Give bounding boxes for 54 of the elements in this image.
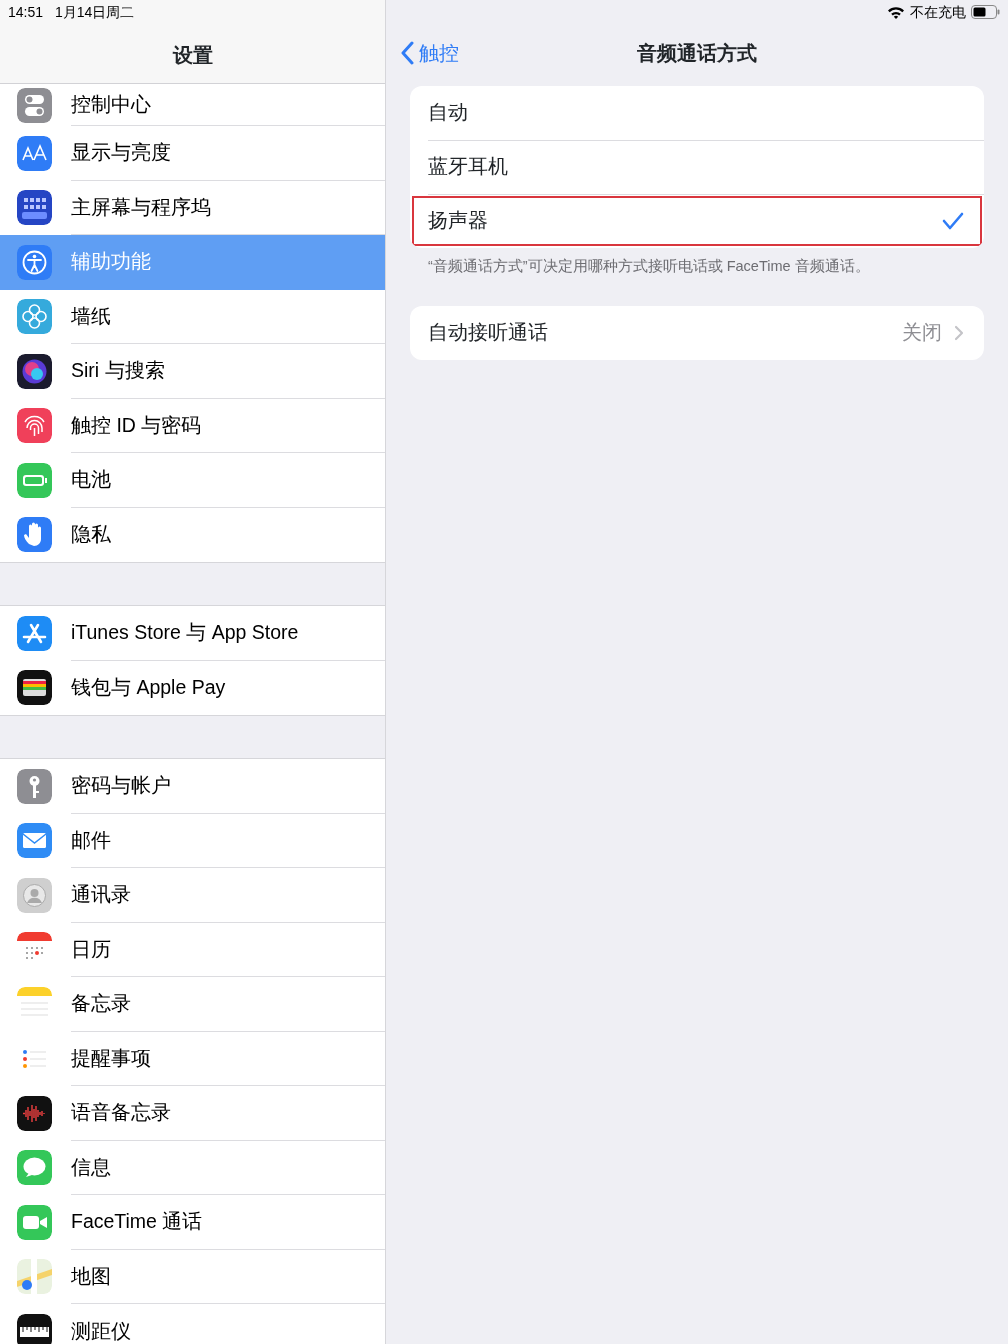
sidebar-item[interactable]: 墙纸 (0, 289, 385, 344)
checkmark-icon (942, 212, 964, 230)
sidebar-item[interactable]: FaceTime 通话 (0, 1195, 385, 1250)
sidebar-item[interactable]: 语音备忘录 (0, 1086, 385, 1141)
speech-bubble-icon (17, 1150, 52, 1186)
charging-status: 不在充电 (910, 2, 966, 22)
app-store-icon (17, 615, 52, 651)
chevron-left-icon (400, 41, 414, 65)
orb-icon (17, 353, 52, 389)
sidebar-title: 设置 (172, 44, 213, 66)
video-camera-icon (17, 1204, 52, 1240)
wallet-icon (17, 670, 52, 706)
sidebar-item[interactable]: 备忘录 (0, 977, 385, 1032)
chevron-right-icon (954, 325, 964, 341)
app-grid-icon (17, 190, 52, 226)
sidebar-item[interactable]: 地图 (0, 1249, 385, 1304)
sidebar-item[interactable]: Siri 与搜索 (0, 344, 385, 399)
footnote: “音频通话方式”可决定用哪种方式接听电话或 FaceTime 音频通话。 (428, 258, 870, 274)
page-title: 音频通话方式 (637, 42, 757, 64)
sidebar-item[interactable]: 显示与亮度 (0, 126, 385, 181)
back-button[interactable]: 触控 (386, 37, 465, 69)
sidebar-item[interactable]: 提醒事项 (0, 1031, 385, 1086)
contact-icon (17, 877, 52, 913)
option-row[interactable]: 扬声器 (410, 194, 984, 248)
sidebar-item[interactable]: 隐私 (0, 507, 385, 562)
sidebar-item[interactable]: 测距仪 (0, 1304, 385, 1344)
waveform-icon (17, 1095, 52, 1131)
sidebar-item[interactable]: iTunes Store 与 App Store (0, 606, 385, 661)
battery-icon (17, 462, 52, 498)
battery-icon (971, 5, 1000, 19)
sidebar-item[interactable]: 信息 (0, 1140, 385, 1195)
sidebar-item[interactable]: 日历 (0, 922, 385, 977)
option-row[interactable]: 自动 (410, 86, 984, 140)
fingerprint-icon (17, 408, 52, 444)
option-row[interactable]: 蓝牙耳机 (410, 140, 984, 194)
hand-icon (17, 517, 52, 553)
sidebar-item[interactable]: 电池 (0, 453, 385, 508)
toggle-icon (17, 87, 52, 123)
sidebar-item[interactable]: 通讯录 (0, 868, 385, 923)
person-icon (17, 244, 52, 280)
sidebar-item[interactable]: 密码与帐户 (0, 759, 385, 814)
status-time: 14:51 (8, 2, 44, 22)
sidebar-item[interactable]: 邮件 (0, 813, 385, 868)
auto-answer-row[interactable]: 自动接听通话 关闭 (410, 306, 984, 360)
flower-icon (17, 299, 52, 335)
wifi-icon (887, 5, 905, 19)
sidebar-item[interactable]: 控制中心 (0, 84, 385, 126)
text-size-icon (17, 135, 52, 171)
status-date: 1月14日周二 (55, 2, 135, 22)
sidebar-item[interactable]: 触控 ID 与密码 (0, 398, 385, 453)
sidebar-item[interactable]: 钱包与 Apple Pay (0, 660, 385, 715)
key-icon (17, 768, 52, 804)
envelope-icon (17, 823, 52, 859)
map-icon (17, 1259, 52, 1295)
